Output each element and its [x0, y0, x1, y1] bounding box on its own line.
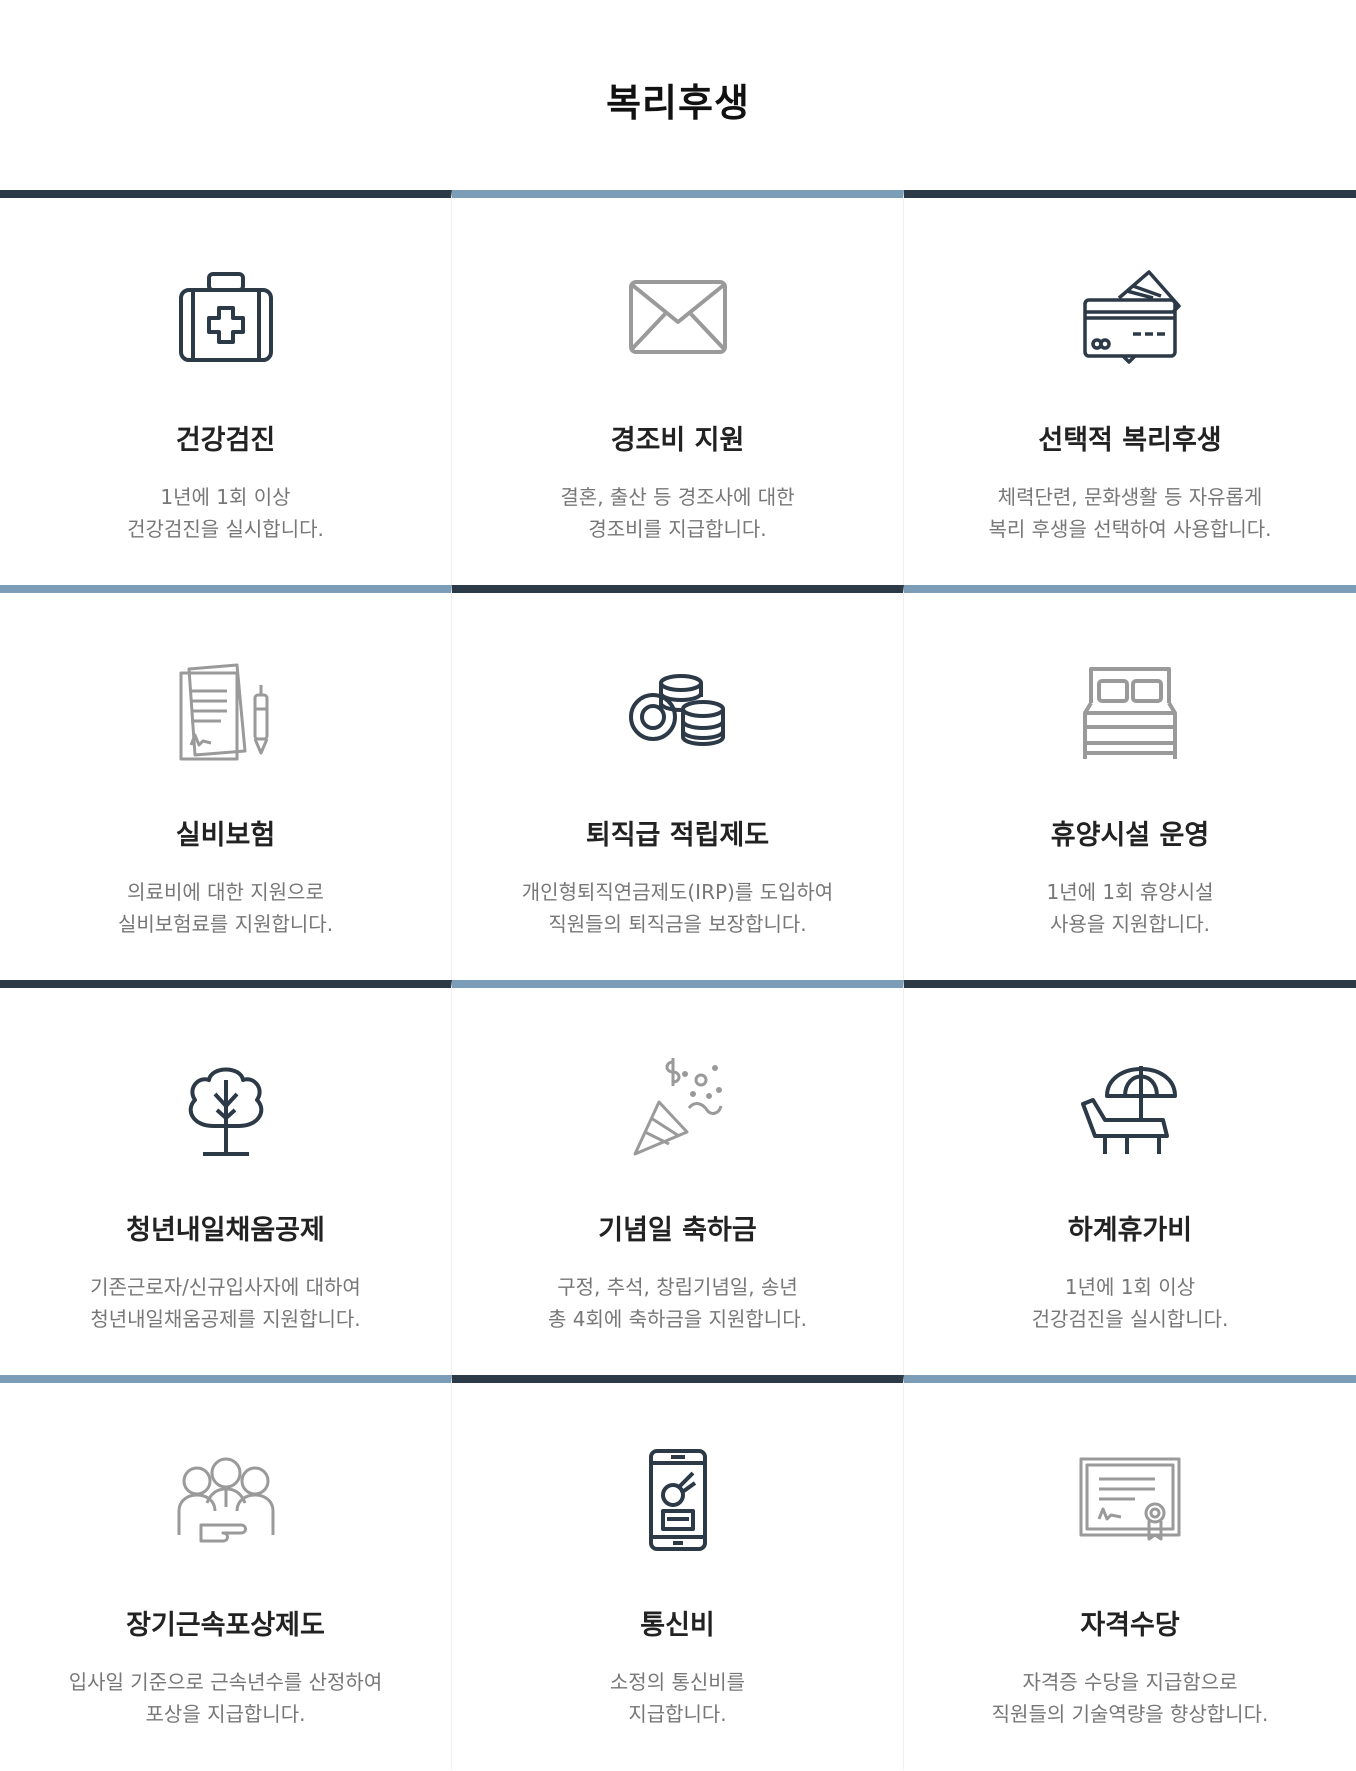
tree-icon: [171, 1050, 281, 1160]
benefit-description: 소정의 통신비를 지급합니다.: [462, 1666, 893, 1730]
benefit-card-retirement-pension: 퇴직급 적립제도 개인형퇴직연금제도(IRP)를 도입하여 직원들의 퇴직금을 …: [452, 585, 904, 980]
benefit-description-line: 기존근로자/신규입사자에 대하여: [90, 1275, 361, 1299]
benefit-description-line: 결혼, 출산 등 경조사에 대한: [560, 485, 795, 509]
benefit-card-resort: 휴양시설 운영 1년에 1회 휴양시설 사용을 지원합니다.: [904, 585, 1356, 980]
benefit-description-line: 입사일 기준으로 근속년수를 산정하여: [68, 1670, 383, 1694]
benefit-description-line: 복리 후생을 선택하여 사용합니다.: [988, 517, 1272, 541]
benefit-description: 입사일 기준으로 근속년수를 산정하여 포상을 지급합니다.: [10, 1666, 441, 1730]
benefit-title: 퇴직급 적립제도: [585, 820, 770, 851]
benefits-grid: 건강검진 1년에 1회 이상 건강검진을 실시합니다. 경조비 지원 결혼, 출…: [0, 190, 1356, 1770]
benefit-description-line: 1년에 1회 이상: [160, 485, 291, 509]
benefit-description: 구정, 추석, 창립기념일, 송년 총 4회에 축하금을 지원합니다.: [462, 1271, 893, 1335]
benefit-description: 1년에 1회 이상 건강검진을 실시합니다.: [914, 1271, 1346, 1335]
benefit-title: 경조비 지원: [610, 425, 745, 456]
benefit-description-line: 건강검진을 실시합니다.: [1031, 1307, 1229, 1331]
benefit-description: 체력단련, 문화생활 등 자유롭게 복리 후생을 선택하여 사용합니다.: [914, 481, 1346, 545]
benefit-description-line: 청년내일채움공제를 지원합니다.: [90, 1307, 361, 1331]
credit-card-icon: [1075, 260, 1185, 370]
benefit-card-certification-allowance: 자격수당 자격증 수당을 지급함으로 직원들의 기술역량을 향상합니다.: [904, 1375, 1356, 1770]
benefit-description-line: 개인형퇴직연금제도(IRP)를 도입하여: [521, 880, 834, 904]
benefit-description-line: 1년에 1회 휴양시설: [1046, 880, 1214, 904]
benefit-card-summer-vacation: 하계휴가비 1년에 1회 이상 건강검진을 실시합니다.: [904, 980, 1356, 1375]
benefit-description: 개인형퇴직연금제도(IRP)를 도입하여 직원들의 퇴직금을 보장합니다.: [462, 876, 893, 940]
benefit-description: 의료비에 대한 지원으로 실비보험료를 지원합니다.: [10, 876, 441, 940]
benefit-card-medical-insurance: 실비보험 의료비에 대한 지원으로 실비보험료를 지원합니다.: [0, 585, 452, 980]
benefit-card-health-checkup: 건강검진 1년에 1회 이상 건강검진을 실시합니다.: [0, 190, 452, 585]
certificate-icon: [1075, 1445, 1185, 1555]
benefit-description: 1년에 1회 이상 건강검진을 실시합니다.: [10, 481, 441, 545]
benefit-description: 결혼, 출산 등 경조사에 대한 경조비를 지급합니다.: [462, 481, 893, 545]
benefit-description-line: 구정, 추석, 창립기념일, 송년: [557, 1275, 798, 1299]
beach-chair-umbrella-icon: [1075, 1050, 1185, 1160]
benefit-card-optional-welfare: 선택적 복리후생 체력단련, 문화생활 등 자유롭게 복리 후생을 선택하여 사…: [904, 190, 1356, 585]
benefit-title: 실비보험: [175, 820, 276, 851]
benefit-card-telecom: 통신비 소정의 통신비를 지급합니다.: [452, 1375, 904, 1770]
benefit-description: 기존근로자/신규입사자에 대하여 청년내일채움공제를 지원합니다.: [10, 1271, 441, 1335]
benefit-title: 통신비: [640, 1610, 715, 1641]
benefit-description-line: 총 4회에 축하금을 지원합니다.: [548, 1307, 807, 1331]
coins-icon: [623, 655, 733, 765]
benefit-description-line: 사용을 지원합니다.: [1050, 912, 1210, 936]
benefit-description-line: 자격증 수당을 지급함으로: [1022, 1670, 1238, 1694]
party-popper-icon: [623, 1050, 733, 1160]
benefit-description-line: 실비보험료를 지원합니다.: [117, 912, 334, 936]
benefit-description-line: 1년에 1회 이상: [1064, 1275, 1196, 1299]
benefit-description-line: 직원들의 퇴직금을 보장합니다.: [548, 912, 807, 936]
benefit-card-anniversary-bonus: 기념일 축하금 구정, 추석, 창립기념일, 송년 총 4회에 축하금을 지원합…: [452, 980, 904, 1375]
benefit-description: 1년에 1회 휴양시설 사용을 지원합니다.: [914, 876, 1346, 940]
benefit-title: 하계휴가비: [1067, 1215, 1193, 1246]
benefit-card-long-service-award: 장기근속포상제도 입사일 기준으로 근속년수를 산정하여 포상을 지급합니다.: [0, 1375, 452, 1770]
benefit-title: 휴양시설 운영: [1050, 820, 1210, 851]
first-aid-kit-icon: [171, 260, 281, 370]
bed-icon: [1075, 655, 1185, 765]
benefit-description-line: 지급합니다.: [628, 1702, 727, 1726]
benefit-title: 청년내일채움공제: [126, 1215, 325, 1246]
benefit-card-youth-savings: 청년내일채움공제 기존근로자/신규입사자에 대하여 청년내일채움공제를 지원합니…: [0, 980, 452, 1375]
envelope-icon: [623, 260, 733, 370]
benefit-title: 선택적 복리후생: [1038, 425, 1222, 456]
benefit-description-line: 직원들의 기술역량을 향상합니다.: [991, 1702, 1269, 1726]
benefit-title: 기념일 축하금: [598, 1215, 757, 1246]
benefit-description-line: 의료비에 대한 지원으로: [127, 880, 324, 904]
benefit-description: 자격증 수당을 지급함으로 직원들의 기술역량을 향상합니다.: [914, 1666, 1346, 1730]
benefit-title: 자격수당: [1080, 1610, 1180, 1641]
team-handshake-icon: [171, 1445, 281, 1555]
benefit-description-line: 체력단련, 문화생활 등 자유롭게: [997, 485, 1263, 509]
benefit-description-line: 포상을 지급합니다.: [145, 1702, 306, 1726]
benefit-description-line: 경조비를 지급합니다.: [588, 517, 767, 541]
benefit-title: 건강검진: [175, 425, 276, 456]
benefit-description-line: 소정의 통신비를: [609, 1670, 746, 1694]
benefit-title: 장기근속포상제도: [126, 1610, 325, 1641]
smartphone-icon: [623, 1445, 733, 1555]
contract-pen-icon: [171, 655, 281, 765]
benefit-description-line: 건강검진을 실시합니다.: [127, 517, 324, 541]
benefit-card-congratulatory-pay: 경조비 지원 결혼, 출산 등 경조사에 대한 경조비를 지급합니다.: [452, 190, 904, 585]
page-title: 복리후생: [606, 81, 750, 125]
